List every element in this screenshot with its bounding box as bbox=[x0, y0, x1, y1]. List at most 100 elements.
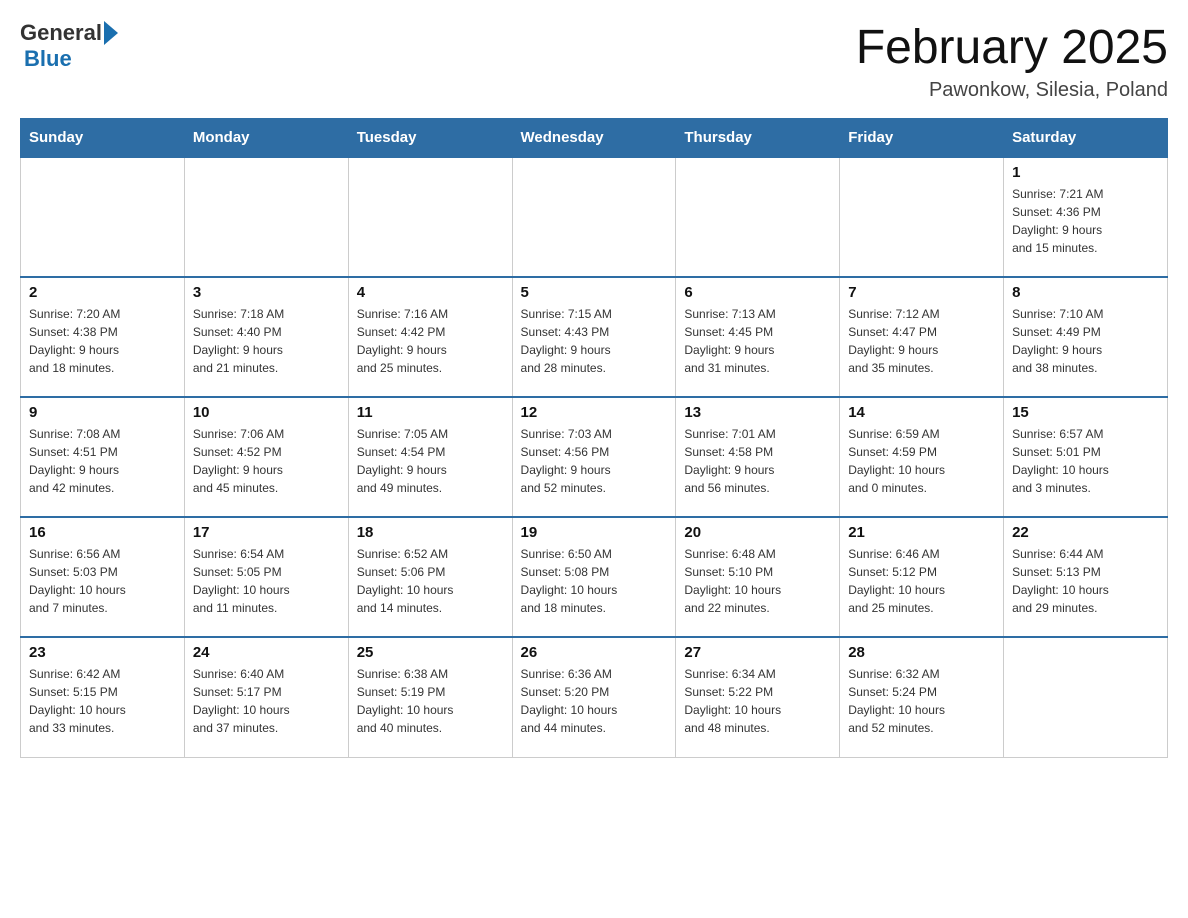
day-number: 6 bbox=[684, 284, 831, 301]
day-info: Sunrise: 7:20 AM Sunset: 4:38 PM Dayligh… bbox=[29, 305, 176, 377]
calendar-day-cell: 10 Sunrise: 7:06 AM Sunset: 4:52 PM Dayli… bbox=[184, 397, 348, 517]
day-number: 5 bbox=[521, 284, 668, 301]
day-number: 1 bbox=[1012, 164, 1159, 181]
day-number: 23 bbox=[29, 644, 176, 661]
calendar-day-cell: 15 Sunrise: 6:57 AM Sunset: 5:01 PM Dayli… bbox=[1004, 397, 1168, 517]
day-info: Sunrise: 6:44 AM Sunset: 5:13 PM Dayligh… bbox=[1012, 545, 1159, 617]
calendar-day-cell: 23 Sunrise: 6:42 AM Sunset: 5:15 PM Dayli… bbox=[21, 637, 185, 757]
day-number: 24 bbox=[193, 644, 340, 661]
calendar-day-cell: 12Sunrise: 7:03 AM Sunset: 4:56 PM Dayli… bbox=[512, 397, 676, 517]
calendar-day-cell: 9 Sunrise: 7:08 AM Sunset: 4:51 PM Daylig… bbox=[21, 397, 185, 517]
day-info: Sunrise: 7:12 AM Sunset: 4:47 PM Dayligh… bbox=[848, 305, 995, 377]
calendar-day-cell bbox=[184, 157, 348, 277]
calendar-day-cell: 7Sunrise: 7:12 AM Sunset: 4:47 PM Daylig… bbox=[840, 277, 1004, 397]
day-info: Sunrise: 7:06 AM Sunset: 4:52 PM Dayligh… bbox=[193, 425, 340, 497]
weekday-header: Tuesday bbox=[348, 119, 512, 158]
calendar-day-cell: 22 Sunrise: 6:44 AM Sunset: 5:13 PM Dayli… bbox=[1004, 517, 1168, 637]
day-info: Sunrise: 6:36 AM Sunset: 5:20 PM Dayligh… bbox=[521, 665, 668, 737]
calendar-table: SundayMondayTuesdayWednesdayThursdayFrid… bbox=[20, 118, 1168, 758]
day-number: 19 bbox=[521, 524, 668, 541]
day-info: Sunrise: 6:48 AM Sunset: 5:10 PM Dayligh… bbox=[684, 545, 831, 617]
day-info: Sunrise: 6:38 AM Sunset: 5:19 PM Dayligh… bbox=[357, 665, 504, 737]
logo-blue-text: Blue bbox=[24, 46, 118, 72]
calendar-header: SundayMondayTuesdayWednesdayThursdayFrid… bbox=[21, 119, 1168, 158]
calendar-day-cell: 14Sunrise: 6:59 AM Sunset: 4:59 PM Dayli… bbox=[840, 397, 1004, 517]
day-info: Sunrise: 7:08 AM Sunset: 4:51 PM Dayligh… bbox=[29, 425, 176, 497]
day-info: Sunrise: 6:59 AM Sunset: 4:59 PM Dayligh… bbox=[848, 425, 995, 497]
calendar-day-cell: 18 Sunrise: 6:52 AM Sunset: 5:06 PM Dayli… bbox=[348, 517, 512, 637]
day-number: 21 bbox=[848, 524, 995, 541]
calendar-day-cell: 4 Sunrise: 7:16 AM Sunset: 4:42 PM Daylig… bbox=[348, 277, 512, 397]
day-number: 16 bbox=[29, 524, 176, 541]
calendar-day-cell: 6 Sunrise: 7:13 AM Sunset: 4:45 PM Daylig… bbox=[676, 277, 840, 397]
day-info: Sunrise: 7:16 AM Sunset: 4:42 PM Dayligh… bbox=[357, 305, 504, 377]
calendar-week-row: 16 Sunrise: 6:56 AM Sunset: 5:03 PM Dayli… bbox=[21, 517, 1168, 637]
calendar-day-cell bbox=[676, 157, 840, 277]
logo-general-text: General bbox=[20, 20, 102, 46]
day-number: 20 bbox=[684, 524, 831, 541]
day-info: Sunrise: 7:10 AM Sunset: 4:49 PM Dayligh… bbox=[1012, 305, 1159, 377]
calendar-day-cell: 28 Sunrise: 6:32 AM Sunset: 5:24 PM Dayli… bbox=[840, 637, 1004, 757]
calendar-day-cell bbox=[840, 157, 1004, 277]
day-info: Sunrise: 6:57 AM Sunset: 5:01 PM Dayligh… bbox=[1012, 425, 1159, 497]
calendar-day-cell bbox=[1004, 637, 1168, 757]
calendar-day-cell: 8Sunrise: 7:10 AM Sunset: 4:49 PM Daylig… bbox=[1004, 277, 1168, 397]
weekday-header: Thursday bbox=[676, 119, 840, 158]
calendar-week-row: 9 Sunrise: 7:08 AM Sunset: 4:51 PM Daylig… bbox=[21, 397, 1168, 517]
calendar-day-cell: 20 Sunrise: 6:48 AM Sunset: 5:10 PM Dayli… bbox=[676, 517, 840, 637]
day-info: Sunrise: 6:56 AM Sunset: 5:03 PM Dayligh… bbox=[29, 545, 176, 617]
calendar-day-cell: 21 Sunrise: 6:46 AM Sunset: 5:12 PM Dayli… bbox=[840, 517, 1004, 637]
calendar-day-cell bbox=[512, 157, 676, 277]
day-info: Sunrise: 7:21 AM Sunset: 4:36 PM Dayligh… bbox=[1012, 185, 1159, 257]
day-number: 4 bbox=[357, 284, 504, 301]
calendar-day-cell: 5 Sunrise: 7:15 AM Sunset: 4:43 PM Daylig… bbox=[512, 277, 676, 397]
calendar-body: 1 Sunrise: 7:21 AM Sunset: 4:36 PM Daylig… bbox=[21, 157, 1168, 757]
day-number: 17 bbox=[193, 524, 340, 541]
day-number: 27 bbox=[684, 644, 831, 661]
calendar-day-cell: 27 Sunrise: 6:34 AM Sunset: 5:22 PM Dayli… bbox=[676, 637, 840, 757]
calendar-day-cell bbox=[348, 157, 512, 277]
day-number: 18 bbox=[357, 524, 504, 541]
day-number: 13 bbox=[684, 404, 831, 421]
day-info: Sunrise: 7:15 AM Sunset: 4:43 PM Dayligh… bbox=[521, 305, 668, 377]
weekday-header: Sunday bbox=[21, 119, 185, 158]
calendar-day-cell: 11 Sunrise: 7:05 AM Sunset: 4:54 PM Dayli… bbox=[348, 397, 512, 517]
day-number: 9 bbox=[29, 404, 176, 421]
calendar-day-cell: 13 Sunrise: 7:01 AM Sunset: 4:58 PM Dayli… bbox=[676, 397, 840, 517]
calendar-day-cell: 17Sunrise: 6:54 AM Sunset: 5:05 PM Dayli… bbox=[184, 517, 348, 637]
logo-arrow-icon bbox=[104, 21, 118, 45]
day-info: Sunrise: 7:01 AM Sunset: 4:58 PM Dayligh… bbox=[684, 425, 831, 497]
day-info: Sunrise: 6:52 AM Sunset: 5:06 PM Dayligh… bbox=[357, 545, 504, 617]
weekday-header: Saturday bbox=[1004, 119, 1168, 158]
weekday-header: Monday bbox=[184, 119, 348, 158]
calendar-title: February 2025 bbox=[856, 20, 1168, 75]
calendar-day-cell bbox=[21, 157, 185, 277]
day-number: 15 bbox=[1012, 404, 1159, 421]
day-info: Sunrise: 6:32 AM Sunset: 5:24 PM Dayligh… bbox=[848, 665, 995, 737]
day-info: Sunrise: 7:18 AM Sunset: 4:40 PM Dayligh… bbox=[193, 305, 340, 377]
day-info: Sunrise: 6:42 AM Sunset: 5:15 PM Dayligh… bbox=[29, 665, 176, 737]
logo: General Blue bbox=[20, 20, 118, 72]
calendar-week-row: 1 Sunrise: 7:21 AM Sunset: 4:36 PM Daylig… bbox=[21, 157, 1168, 277]
calendar-day-cell: 16 Sunrise: 6:56 AM Sunset: 5:03 PM Dayli… bbox=[21, 517, 185, 637]
day-number: 2 bbox=[29, 284, 176, 301]
day-number: 3 bbox=[193, 284, 340, 301]
day-number: 26 bbox=[521, 644, 668, 661]
calendar-week-row: 23 Sunrise: 6:42 AM Sunset: 5:15 PM Dayli… bbox=[21, 637, 1168, 757]
day-info: Sunrise: 7:13 AM Sunset: 4:45 PM Dayligh… bbox=[684, 305, 831, 377]
calendar-subtitle: Pawonkow, Silesia, Poland bbox=[856, 79, 1168, 102]
day-number: 10 bbox=[193, 404, 340, 421]
day-number: 11 bbox=[357, 404, 504, 421]
day-number: 28 bbox=[848, 644, 995, 661]
day-info: Sunrise: 6:40 AM Sunset: 5:17 PM Dayligh… bbox=[193, 665, 340, 737]
day-number: 22 bbox=[1012, 524, 1159, 541]
calendar-day-cell: 25Sunrise: 6:38 AM Sunset: 5:19 PM Dayli… bbox=[348, 637, 512, 757]
day-info: Sunrise: 7:05 AM Sunset: 4:54 PM Dayligh… bbox=[357, 425, 504, 497]
calendar-day-cell: 24 Sunrise: 6:40 AM Sunset: 5:17 PM Dayli… bbox=[184, 637, 348, 757]
day-info: Sunrise: 6:46 AM Sunset: 5:12 PM Dayligh… bbox=[848, 545, 995, 617]
day-info: Sunrise: 6:50 AM Sunset: 5:08 PM Dayligh… bbox=[521, 545, 668, 617]
calendar-day-cell: 3 Sunrise: 7:18 AM Sunset: 4:40 PM Daylig… bbox=[184, 277, 348, 397]
day-info: Sunrise: 6:34 AM Sunset: 5:22 PM Dayligh… bbox=[684, 665, 831, 737]
day-info: Sunrise: 7:03 AM Sunset: 4:56 PM Dayligh… bbox=[521, 425, 668, 497]
calendar-day-cell: 26 Sunrise: 6:36 AM Sunset: 5:20 PM Dayli… bbox=[512, 637, 676, 757]
